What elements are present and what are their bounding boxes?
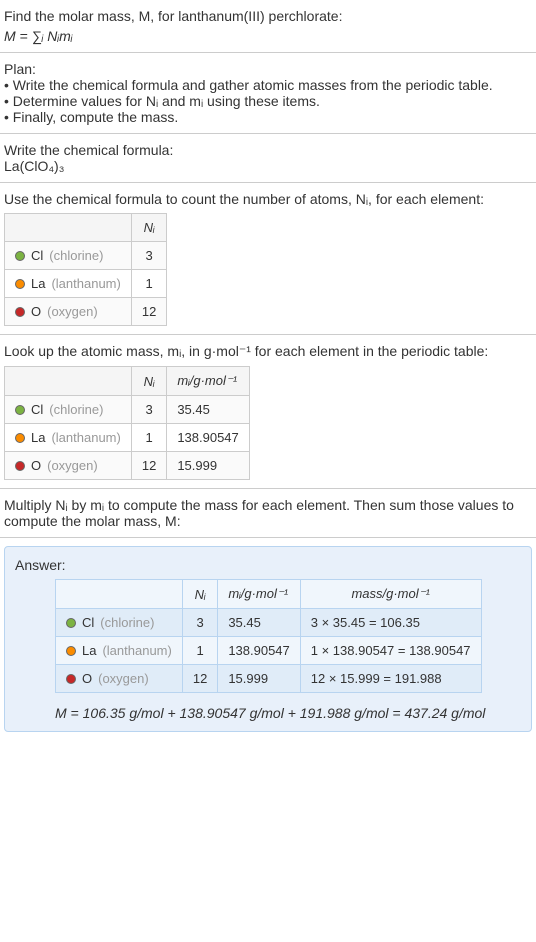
- answer-table: Nᵢ mᵢ/g·mol⁻¹ mass/g·mol⁻¹ Cl (chlorine)…: [55, 579, 482, 693]
- multiply-heading: Multiply Nᵢ by mᵢ to compute the mass fo…: [4, 497, 532, 529]
- element-symbol: La: [31, 276, 45, 291]
- table-row: La (lanthanum) 1 138.90547: [5, 424, 250, 452]
- count-section: Use the chemical formula to count the nu…: [0, 183, 536, 335]
- element-dot-icon: [15, 461, 25, 471]
- element-dot-icon: [15, 405, 25, 415]
- table-row: Cl (chlorine) 3 35.45 3 × 35.45 = 106.35: [56, 609, 482, 637]
- element-name: (chlorine): [49, 402, 103, 417]
- element-dot-icon: [15, 433, 25, 443]
- header-mass: mass/g·mol⁻¹: [300, 580, 481, 609]
- element-name: (chlorine): [49, 248, 103, 263]
- lookup-table: Nᵢ mᵢ/g·mol⁻¹ Cl (chlorine) 3 35.45 La (…: [4, 366, 250, 480]
- element-name: (lanthanum): [51, 430, 120, 445]
- m-value: 35.45: [218, 609, 300, 637]
- header-m: mᵢ/g·mol⁻¹: [167, 367, 249, 396]
- plan-step-3: • Finally, compute the mass.: [4, 109, 532, 125]
- mass-value: 1 × 138.90547 = 138.90547: [300, 637, 481, 665]
- m-value: 15.999: [218, 665, 300, 693]
- table-row: Cl (chlorine) 3: [5, 242, 167, 270]
- n-value: 3: [131, 242, 166, 270]
- intro-text: Find the molar mass, M, for lanthanum(II…: [4, 8, 532, 24]
- n-value: 1: [131, 424, 166, 452]
- plan-section: Plan: • Write the chemical formula and g…: [0, 53, 536, 134]
- header-empty: [5, 367, 132, 396]
- element-dot-icon: [15, 307, 25, 317]
- element-dot-icon: [15, 279, 25, 289]
- lookup-section: Look up the atomic mass, mᵢ, in g·mol⁻¹ …: [0, 335, 536, 489]
- element-cell: La (lanthanum): [56, 637, 183, 665]
- mass-value: 3 × 35.45 = 106.35: [300, 609, 481, 637]
- header-n: Nᵢ: [131, 214, 166, 242]
- element-name: (lanthanum): [102, 643, 171, 658]
- m-value: 138.90547: [218, 637, 300, 665]
- table-row: La (lanthanum) 1: [5, 270, 167, 298]
- element-cell: Cl (chlorine): [5, 242, 132, 270]
- n-value: 1: [182, 637, 217, 665]
- header-empty: [56, 580, 183, 609]
- element-name: (lanthanum): [51, 276, 120, 291]
- element-name: (oxygen): [47, 304, 98, 319]
- element-cell: O (oxygen): [5, 452, 132, 480]
- formula-value: La(ClO₄)₃: [4, 158, 532, 174]
- header-m: mᵢ/g·mol⁻¹: [218, 580, 300, 609]
- element-symbol: O: [82, 671, 92, 686]
- element-dot-icon: [15, 251, 25, 261]
- answer-box: Answer: Nᵢ mᵢ/g·mol⁻¹ mass/g·mol⁻¹ Cl (c…: [4, 546, 532, 732]
- count-table: Nᵢ Cl (chlorine) 3 La (lanthanum) 1 O (o…: [4, 213, 167, 326]
- element-symbol: O: [31, 304, 41, 319]
- element-name: (chlorine): [100, 615, 154, 630]
- element-cell: La (lanthanum): [5, 424, 132, 452]
- table-row: O (oxygen) 12 15.999: [5, 452, 250, 480]
- element-dot-icon: [66, 674, 76, 684]
- element-name: (oxygen): [47, 458, 98, 473]
- table-row: La (lanthanum) 1 138.90547 1 × 138.90547…: [56, 637, 482, 665]
- n-value: 12: [131, 452, 166, 480]
- n-value: 12: [182, 665, 217, 693]
- n-value: 3: [182, 609, 217, 637]
- count-heading: Use the chemical formula to count the nu…: [4, 191, 532, 207]
- element-symbol: Cl: [31, 248, 43, 263]
- table-row: O (oxygen) 12: [5, 298, 167, 326]
- element-cell: La (lanthanum): [5, 270, 132, 298]
- n-value: 1: [131, 270, 166, 298]
- element-cell: O (oxygen): [56, 665, 183, 693]
- header-n: Nᵢ: [131, 367, 166, 396]
- element-symbol: Cl: [31, 402, 43, 417]
- m-value: 15.999: [167, 452, 249, 480]
- m-value: 138.90547: [167, 424, 249, 452]
- mass-value: 12 × 15.999 = 191.988: [300, 665, 481, 693]
- element-cell: O (oxygen): [5, 298, 132, 326]
- header-n: Nᵢ: [182, 580, 217, 609]
- element-dot-icon: [66, 618, 76, 628]
- element-cell: Cl (chlorine): [56, 609, 183, 637]
- n-value: 3: [131, 396, 166, 424]
- element-dot-icon: [66, 646, 76, 656]
- intro-formula: M = ∑ᵢ Nᵢmᵢ: [4, 28, 532, 44]
- table-header-row: Nᵢ mᵢ/g·mol⁻¹: [5, 367, 250, 396]
- element-name: (oxygen): [98, 671, 149, 686]
- plan-step-1: • Write the chemical formula and gather …: [4, 77, 532, 93]
- table-row: O (oxygen) 12 15.999 12 × 15.999 = 191.9…: [56, 665, 482, 693]
- m-value: 35.45: [167, 396, 249, 424]
- element-symbol: La: [82, 643, 96, 658]
- table-row: Cl (chlorine) 3 35.45: [5, 396, 250, 424]
- table-header-row: Nᵢ mᵢ/g·mol⁻¹ mass/g·mol⁻¹: [56, 580, 482, 609]
- formula-section: Write the chemical formula: La(ClO₄)₃: [0, 134, 536, 183]
- plan-step-2: • Determine values for Nᵢ and mᵢ using t…: [4, 93, 532, 109]
- multiply-section: Multiply Nᵢ by mᵢ to compute the mass fo…: [0, 489, 536, 538]
- answer-final: M = 106.35 g/mol + 138.90547 g/mol + 191…: [55, 705, 521, 721]
- plan-heading: Plan:: [4, 61, 532, 77]
- formula-heading: Write the chemical formula:: [4, 142, 532, 158]
- lookup-heading: Look up the atomic mass, mᵢ, in g·mol⁻¹ …: [4, 343, 532, 360]
- element-symbol: Cl: [82, 615, 94, 630]
- intro-section: Find the molar mass, M, for lanthanum(II…: [0, 0, 536, 53]
- element-symbol: O: [31, 458, 41, 473]
- header-empty: [5, 214, 132, 242]
- n-value: 12: [131, 298, 166, 326]
- element-cell: Cl (chlorine): [5, 396, 132, 424]
- table-header-row: Nᵢ: [5, 214, 167, 242]
- answer-label: Answer:: [15, 557, 521, 573]
- element-symbol: La: [31, 430, 45, 445]
